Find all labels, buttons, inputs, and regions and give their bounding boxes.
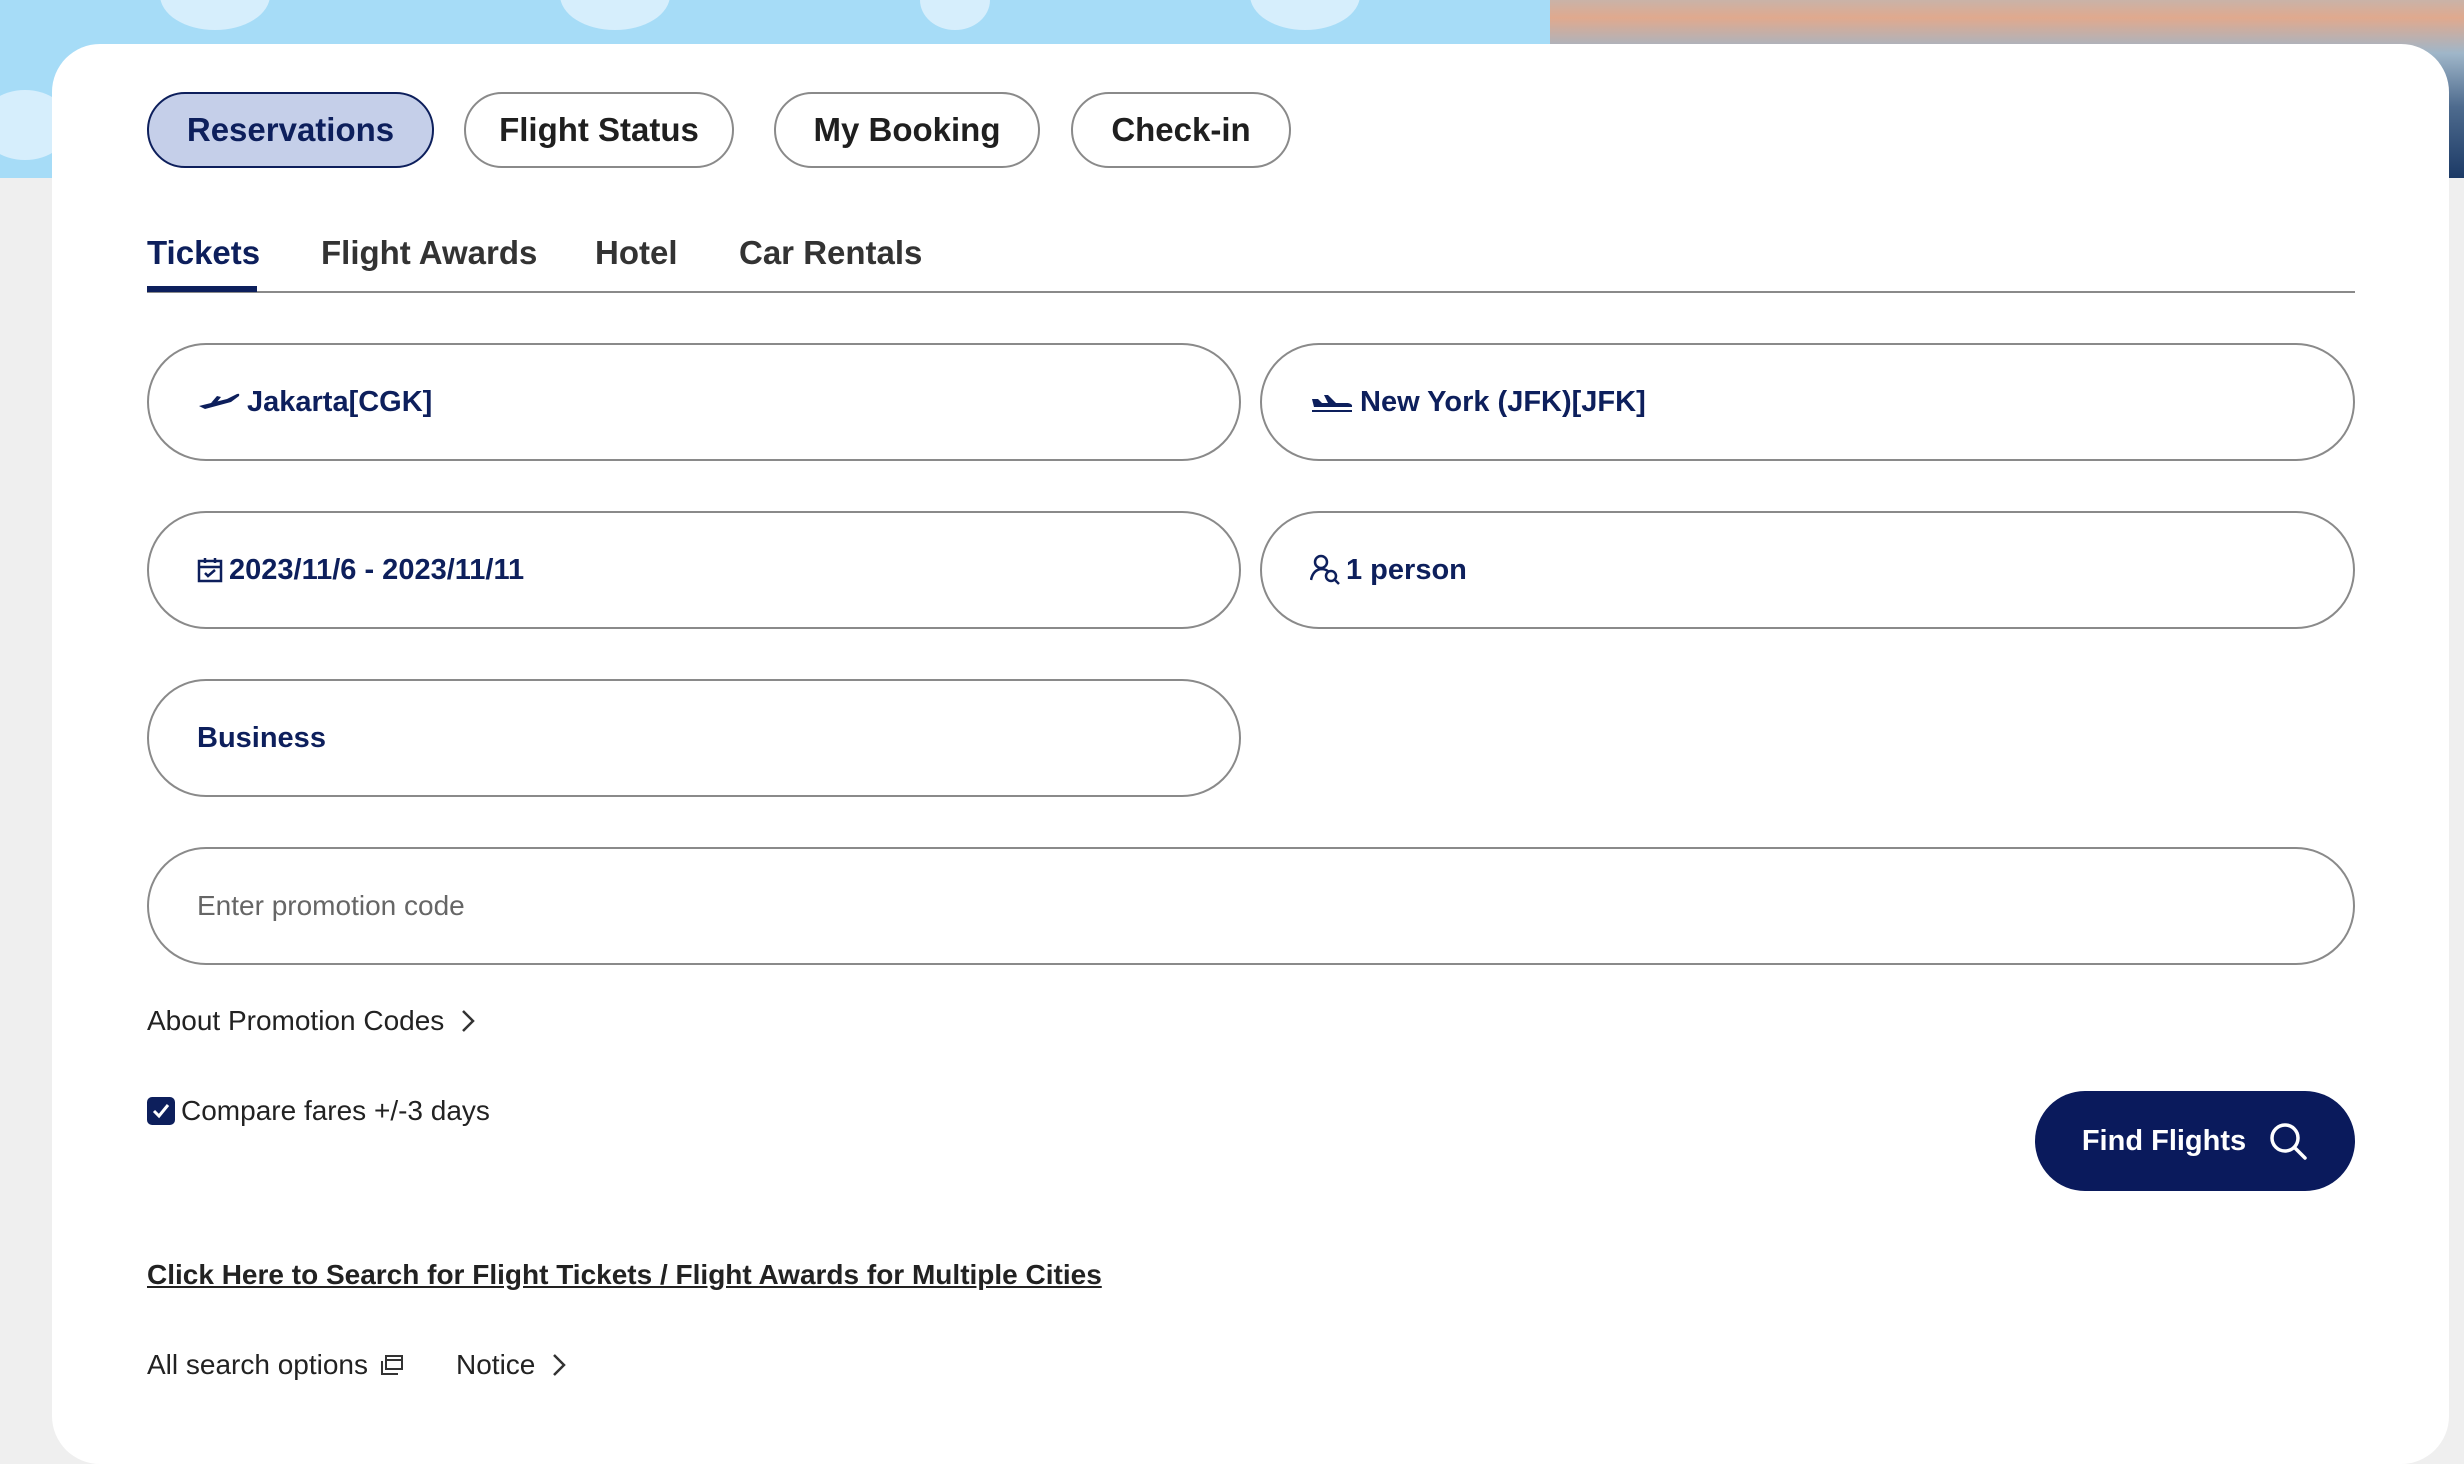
- passengers-field[interactable]: 1 person: [1260, 511, 2355, 629]
- date-range-field[interactable]: 2023/11/6 - 2023/11/11: [147, 511, 1241, 629]
- all-search-options-link[interactable]: All search options: [147, 1349, 404, 1381]
- multi-city-search-link[interactable]: Click Here to Search for Flight Tickets …: [147, 1259, 1102, 1291]
- compare-fares-checkbox[interactable]: Compare fares +/-3 days: [147, 1095, 490, 1127]
- chevron-right-icon: [460, 1008, 476, 1034]
- promo-code-input[interactable]: [147, 847, 2355, 965]
- about-promo-link[interactable]: About Promotion Codes: [147, 1005, 476, 1037]
- find-flights-button[interactable]: Find Flights: [2035, 1091, 2355, 1191]
- tab-reservations[interactable]: Reservations: [147, 92, 434, 168]
- subtab-hotel[interactable]: Hotel: [595, 234, 678, 272]
- subtab-active-indicator: [147, 286, 257, 292]
- search-icon: [2268, 1121, 2308, 1161]
- date-range-value: 2023/11/6 - 2023/11/11: [229, 553, 525, 586]
- notice-link[interactable]: Notice: [456, 1349, 567, 1381]
- external-window-icon: [380, 1354, 404, 1376]
- subtab-flight-awards[interactable]: Flight Awards: [321, 234, 537, 272]
- compare-fares-label: Compare fares +/-3 days: [181, 1095, 490, 1126]
- cabin-class-field[interactable]: Business: [147, 679, 1241, 797]
- plane-takeoff-icon: [197, 391, 241, 413]
- destination-value: New York (JFK)[JFK]: [1360, 385, 1646, 418]
- passengers-value: 1 person: [1346, 553, 1467, 586]
- search-card: Reservations Flight Status My Booking Ch…: [52, 44, 2449, 1464]
- origin-field[interactable]: Jakarta[CGK]: [147, 343, 1241, 461]
- chevron-right-icon: [551, 1352, 567, 1378]
- origin-value: Jakarta[CGK]: [247, 385, 433, 418]
- person-icon: [1310, 554, 1340, 586]
- tab-flight-status[interactable]: Flight Status: [464, 92, 734, 168]
- tab-my-booking[interactable]: My Booking: [774, 92, 1040, 168]
- subtab-tickets[interactable]: Tickets: [147, 234, 260, 272]
- plane-landing-icon: [1310, 391, 1354, 413]
- all-search-options-label: All search options: [147, 1349, 369, 1380]
- about-promo-label: About Promotion Codes: [147, 1005, 445, 1036]
- checkbox-checked-icon: [147, 1097, 175, 1125]
- calendar-icon: [197, 557, 223, 583]
- cabin-class-value: Business: [197, 721, 326, 754]
- destination-field[interactable]: New York (JFK)[JFK]: [1260, 343, 2355, 461]
- tab-check-in[interactable]: Check-in: [1071, 92, 1291, 168]
- notice-label: Notice: [456, 1349, 536, 1380]
- find-flights-label: Find Flights: [2081, 1124, 2247, 1157]
- subtab-divider: [147, 291, 2355, 293]
- subtab-car-rentals[interactable]: Car Rentals: [739, 234, 922, 272]
